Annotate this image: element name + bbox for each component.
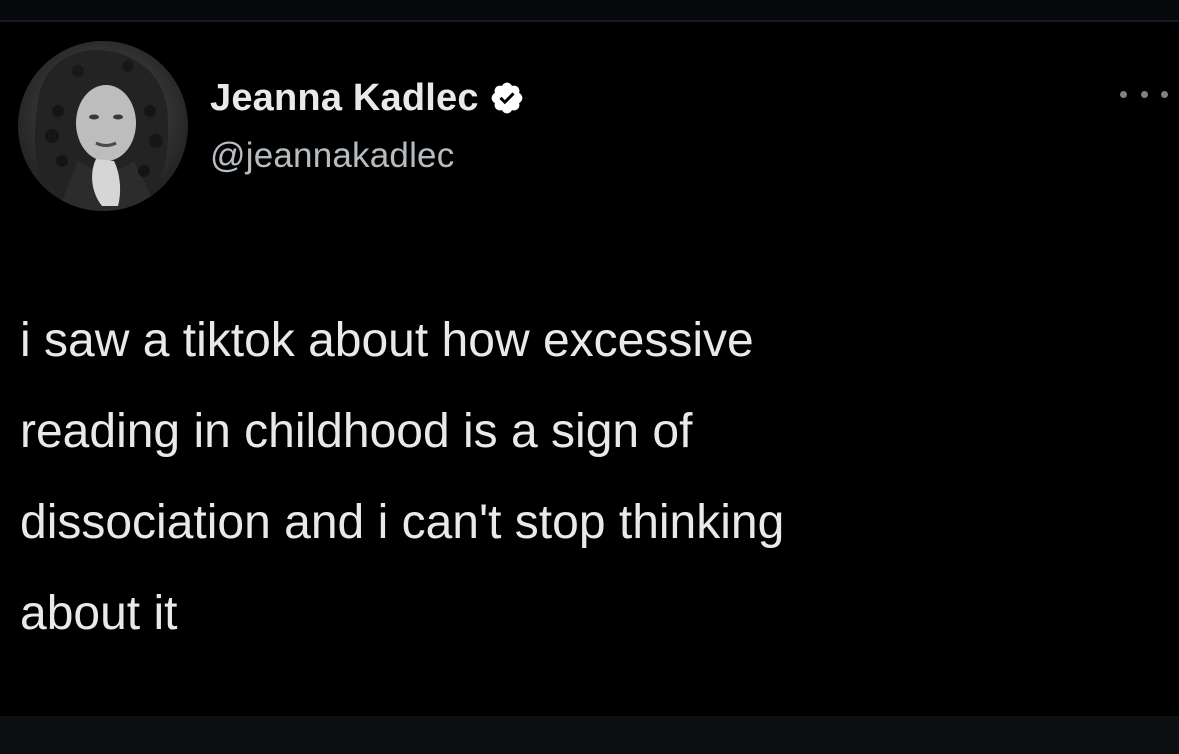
more-horizontal-icon-dot <box>1161 90 1168 98</box>
display-name[interactable]: Jeanna Kadlec <box>210 77 479 120</box>
author-handle[interactable]: @jeannakadlec <box>210 136 454 176</box>
avatar[interactable] <box>18 41 188 211</box>
more-options-button[interactable] <box>1120 82 1168 106</box>
verified-badge-icon <box>489 80 525 116</box>
bottom-edge-strip <box>0 716 1179 754</box>
author-name-row: Jeanna Kadlec <box>210 74 525 122</box>
more-horizontal-icon-dot <box>1140 90 1148 98</box>
top-edge-strip <box>0 0 1179 22</box>
tweet-text: i saw a tiktok about how excessive readi… <box>20 314 785 640</box>
more-horizontal-icon <box>1120 90 1127 98</box>
profile-photo-icon <box>18 41 188 211</box>
